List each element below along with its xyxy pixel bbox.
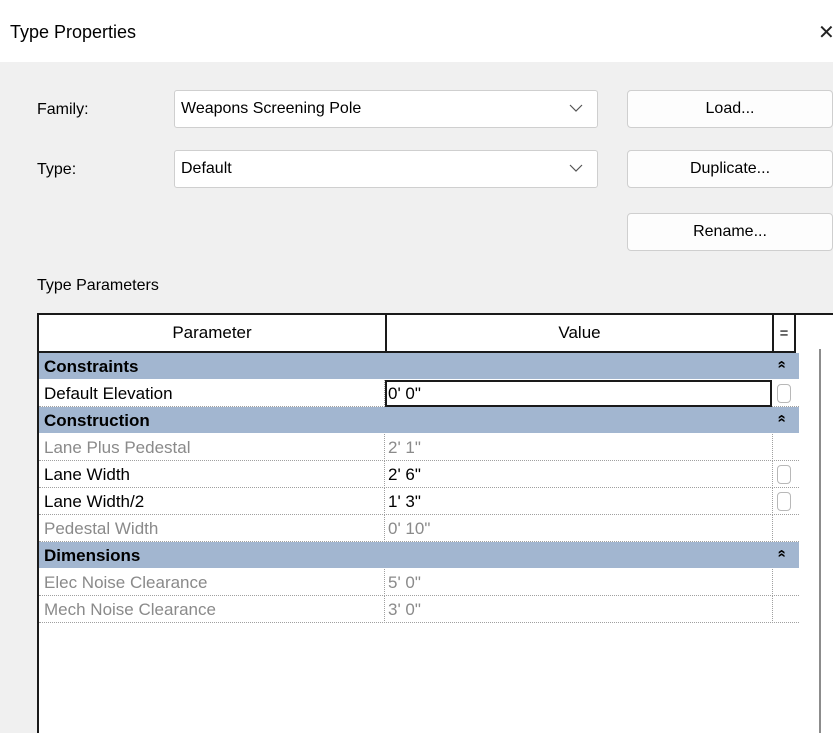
value-column-header[interactable]: Value [387,315,774,353]
chevron-down-icon [569,104,583,112]
dialog-title: Type Properties [10,22,137,42]
load-button[interactable]: Load... [627,90,833,128]
collapse-icon[interactable]: » [773,360,790,368]
rename-button[interactable]: Rename... [627,213,833,251]
param-row-pedestal-width[interactable]: Pedestal Width 0' 10" [39,515,799,542]
param-row-mech-noise-clearance[interactable]: Mech Noise Clearance 3' 0" [39,596,799,623]
associate-parameter-button[interactable] [777,465,791,484]
duplicate-button[interactable]: Duplicate... [627,150,833,188]
param-row-elec-noise-clearance[interactable]: Elec Noise Clearance 5' 0" [39,569,799,596]
param-row-default-elevation[interactable]: Default Elevation 0' 0" [39,380,799,407]
parameter-column-header[interactable]: Parameter [39,315,387,353]
value-edit-field[interactable] [385,380,772,407]
group-constraints[interactable]: Constraints » [39,353,799,380]
collapse-icon[interactable]: » [773,549,790,557]
associate-column-header[interactable]: = [774,315,796,353]
type-dropdown[interactable]: Default [174,150,598,188]
vertical-scrollbar[interactable] [819,349,821,733]
param-row-lane-width-half[interactable]: Lane Width/2 1' 3" [39,488,799,515]
family-label: Family: [37,101,89,118]
type-parameters-grid: Parameter Value = Constraints » Default … [37,313,833,733]
family-value: Weapons Screening Pole [181,100,362,117]
type-value: Default [181,160,232,177]
family-dropdown[interactable]: Weapons Screening Pole [174,90,598,128]
type-parameters-heading: Type Parameters [37,277,159,294]
param-row-lane-width[interactable]: Lane Width 2' 6" [39,461,799,488]
param-row-lane-plus-pedestal[interactable]: Lane Plus Pedestal 2' 1" [39,434,799,461]
chevron-down-icon [569,164,583,172]
group-dimensions[interactable]: Dimensions » [39,542,799,569]
close-icon[interactable]: ✕ [818,20,833,45]
title-bar: Type Properties ✕ [0,0,833,62]
collapse-icon[interactable]: » [773,414,790,422]
associate-parameter-button[interactable] [777,492,791,511]
associate-parameter-button[interactable] [777,384,791,403]
group-construction[interactable]: Construction » [39,407,799,434]
type-label: Type: [37,161,77,178]
